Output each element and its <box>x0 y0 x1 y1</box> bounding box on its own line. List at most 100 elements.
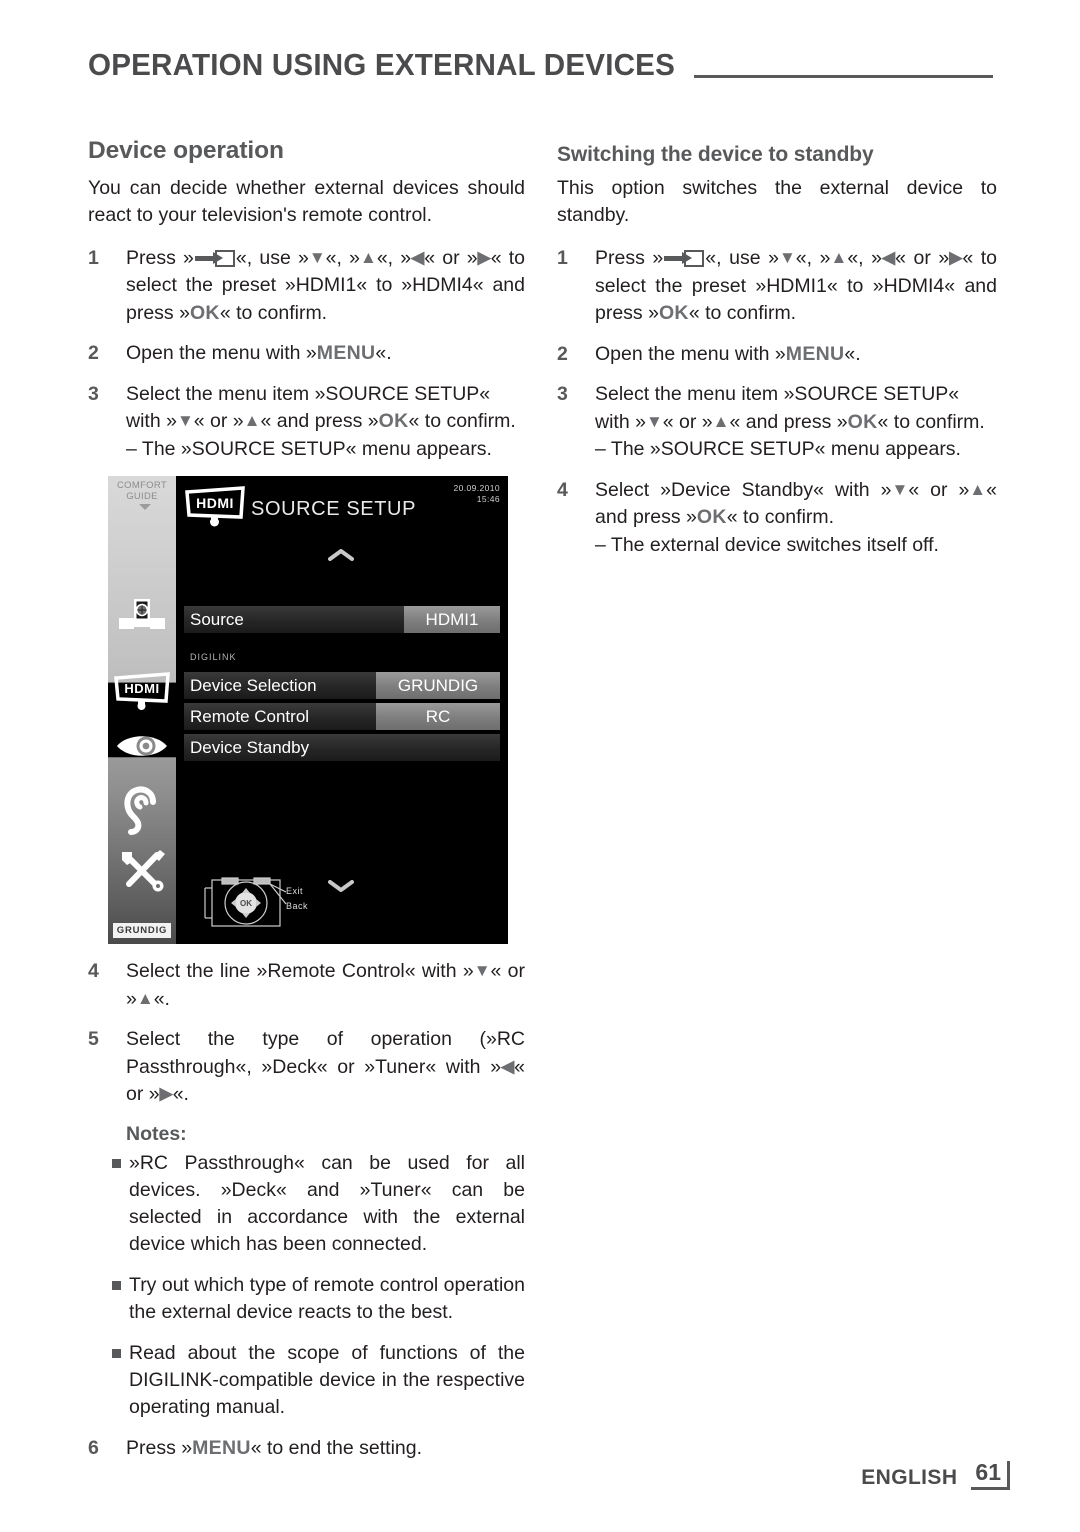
osd-row-value[interactable]: HDMI1 <box>404 606 500 634</box>
grundig-logo: GRUNDIG <box>113 923 171 939</box>
tv-osd-screenshot: COMFORT GUIDE HDMI GRUNDIG HDMI SOURCE S… <box>108 476 508 945</box>
arrow-down-icon: ▼ <box>473 961 491 981</box>
note-text: »RC Passthrough« can be used for all dev… <box>129 1151 525 1255</box>
menu-key-label: MENU <box>785 342 845 365</box>
step-item: 5 Select the type of operation (»RC Pass… <box>88 1026 525 1109</box>
bullet-square-icon <box>112 1272 129 1326</box>
step-text: Open the menu with »MENU«. <box>595 341 997 369</box>
step-number: 2 <box>88 342 99 365</box>
step-item: 6 Press »MENU« to end the setting. <box>88 1435 525 1463</box>
page-footer: ENGLISH 61 <box>861 1461 1010 1490</box>
arrow-up-icon: ▲ <box>830 248 848 268</box>
ear-sound-icon[interactable] <box>108 786 176 841</box>
step-text-part: Select the type of operation (»RC Passth… <box>126 1028 525 1078</box>
step-text-part: « to end the setting. <box>250 1436 423 1459</box>
ok-key-label: OK <box>378 410 409 433</box>
osd-title: SOURCE SETUP <box>251 498 417 521</box>
osd-row-source[interactable]: Source HDMI1 <box>184 606 500 634</box>
step-number: 6 <box>88 1436 99 1459</box>
step-text-part: Open the menu with » <box>126 342 317 365</box>
ok-key-label: OK <box>658 302 689 325</box>
bullet-square-icon <box>112 1150 129 1258</box>
step-text: Open the menu with »MENU«. <box>126 340 525 368</box>
manual-page: OPERATION USING EXTERNAL DEVICES Device … <box>0 0 1080 1532</box>
left-column: Device operation You can decide whether … <box>88 137 525 1475</box>
step-text-part: « or » <box>908 478 970 501</box>
footer-page-number: 61 <box>971 1461 1010 1490</box>
intro-paragraph-left: You can decide whether external devices … <box>88 176 525 226</box>
note-item: Read about the scope of functions of the… <box>112 1340 525 1421</box>
note-item: Try out which type of remote control ope… <box>112 1272 525 1326</box>
comfort-guide-label: COMFORT GUIDE <box>108 480 176 502</box>
step-number: 2 <box>557 342 568 365</box>
osd-nav-help: OK Exit Back <box>198 876 348 930</box>
note-item: »RC Passthrough« can be used for all dev… <box>112 1150 525 1258</box>
osd-nav-exit-label: Exit <box>286 886 304 897</box>
source-devices-icon[interactable] <box>108 598 176 639</box>
arrow-right-icon: ▶ <box>949 248 963 268</box>
step-text-part: « and press » <box>729 410 848 433</box>
step-text-part: «. <box>375 342 392 365</box>
step-text-part: Press » <box>595 247 664 270</box>
step-text: Select the type of operation (»RC Passth… <box>126 1026 525 1109</box>
menu-key-label: MENU <box>316 342 376 365</box>
chevron-up-icon[interactable] <box>328 549 354 562</box>
osd-row-device-standby[interactable]: Device Standby <box>184 734 500 762</box>
hdmi-badge-icon: HDMI <box>184 486 246 528</box>
step-result-line: – The »SOURCE SETUP« menu appears. <box>595 438 961 461</box>
step-item: 2 Open the menu with »MENU«. <box>88 340 525 368</box>
osd-row-remote-control[interactable]: Remote Control RC Passthrough <box>184 703 500 753</box>
tools-settings-icon[interactable] <box>108 848 176 897</box>
step-number: 1 <box>557 247 568 270</box>
osd-datetime: 20.09.2010 15:46 <box>453 483 500 505</box>
osd-row-value[interactable]: RC Passthrough <box>376 703 500 753</box>
arrow-left-icon: ◀ <box>882 248 896 268</box>
osd-row-device-selection[interactable]: Device Selection GRUNDIG DVD <box>184 672 500 722</box>
osd-date: 20.09.2010 <box>453 483 500 494</box>
arrow-right-icon: ▶ <box>159 1084 173 1104</box>
page-title: OPERATION USING EXTERNAL DEVICES <box>88 48 676 82</box>
step-text-part: « to confirm. <box>877 410 985 433</box>
note-text: Read about the scope of functions of the… <box>129 1341 525 1418</box>
step-text-part: « to confirm. <box>408 410 516 433</box>
step-item: 3 Select the menu item »SOURCE SETUP« wi… <box>557 381 997 464</box>
osd-nav-back-label: Back <box>286 901 309 912</box>
menu-key-label: MENU <box>192 1436 251 1459</box>
bullet-square-icon <box>112 1340 129 1421</box>
step-text-part: «. <box>153 987 170 1010</box>
step-text-part: Press » <box>126 1436 193 1459</box>
step-text-part: « or » <box>424 246 478 269</box>
intro-paragraph-right: This option switches the external device… <box>557 177 997 227</box>
step-text: Select the menu item »SOURCE SETUP« with… <box>126 381 525 464</box>
arrow-up-icon: ▲ <box>243 411 261 431</box>
step-item: 1 Press » «, use »▼«, »▲«, »◀« or »▶« to … <box>557 245 997 328</box>
source-input-icon <box>194 249 235 267</box>
step-text-part: « or » <box>193 410 244 433</box>
osd-time: 15:46 <box>476 494 500 505</box>
step-text-part: «, use » <box>705 247 779 270</box>
ok-key-label: OK <box>189 301 220 324</box>
eye-picture-icon[interactable] <box>108 732 176 765</box>
arrow-down-icon: ▼ <box>891 479 909 499</box>
arrow-down-icon: ▼ <box>176 411 194 431</box>
svg-text:HDMI: HDMI <box>196 495 234 511</box>
step-text-part: «, » <box>325 246 360 269</box>
step-text-part: Select »Device Standby« with » <box>595 478 892 501</box>
section-title-switching-standby: Switching the device to standby <box>557 143 874 166</box>
step-text-part: «, » <box>847 247 882 270</box>
step-text: Press » «, use »▼«, »▲«, »◀« or »▶« to se… <box>595 245 997 328</box>
osd-row-value[interactable]: GRUNDIG DVD <box>376 672 500 722</box>
step-text: Press »MENU« to end the setting. <box>126 1435 525 1463</box>
osd-row-label: Device Selection <box>184 672 376 700</box>
arrow-left-icon: ◀ <box>501 1056 515 1076</box>
step-text: Press » «, use »▼«, »▲«, »◀« or »▶« to se… <box>126 245 525 328</box>
page-header: OPERATION USING EXTERNAL DEVICES <box>88 50 993 81</box>
step-text-part: Press » <box>126 246 194 269</box>
step-text-part: « to confirm. <box>688 302 797 325</box>
comfort-guide-line2: GUIDE <box>126 491 158 503</box>
arrow-up-icon: ▲ <box>359 247 377 267</box>
comfort-guide-line1: COMFORT <box>117 480 167 492</box>
step-text-part: Select the line »Remote Control« with » <box>126 960 474 983</box>
arrow-down-icon: ▼ <box>645 411 663 431</box>
hdmi-icon[interactable]: HDMI <box>108 672 176 717</box>
